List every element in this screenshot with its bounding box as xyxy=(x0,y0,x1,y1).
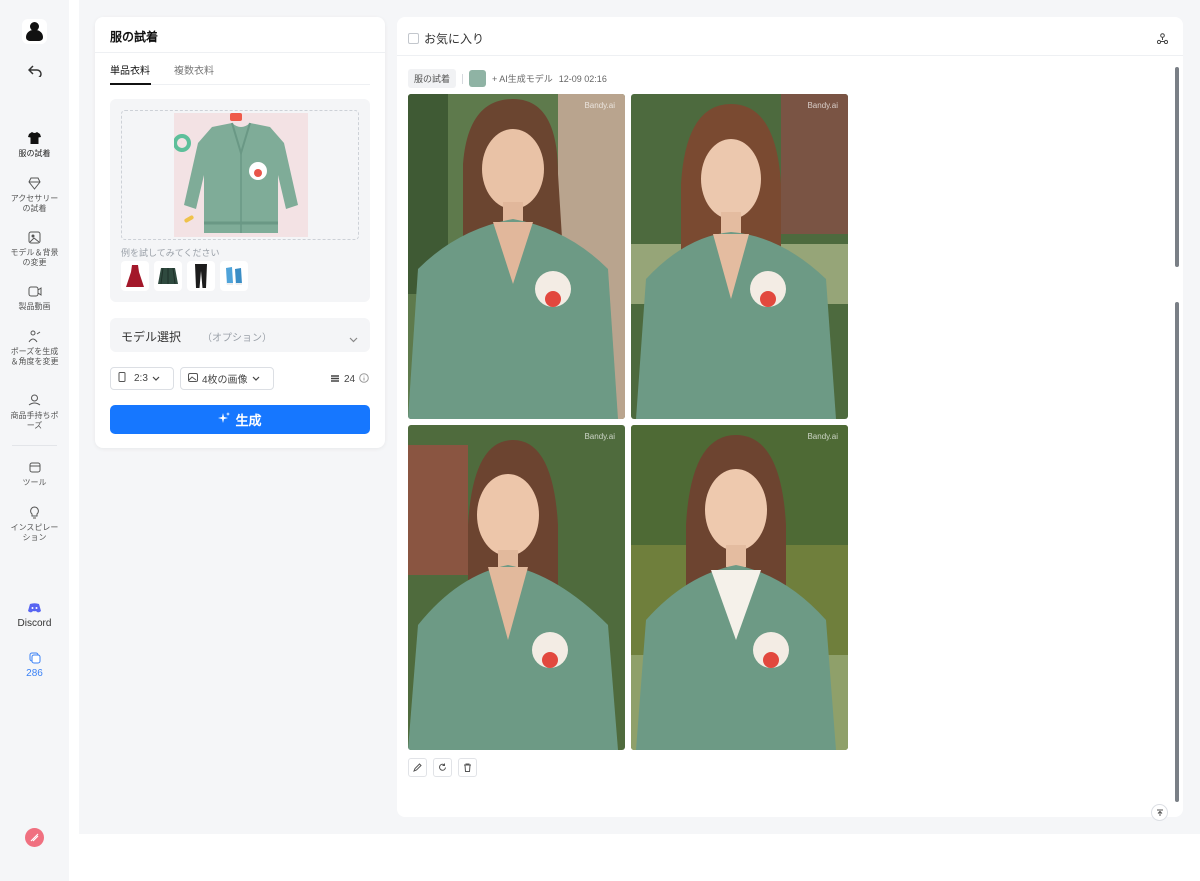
watermark: Bandy.ai xyxy=(584,432,615,441)
sparkle-icon xyxy=(218,412,231,427)
results-header: お気に入り xyxy=(397,17,1183,56)
chevron-down-icon xyxy=(252,373,260,384)
phone-icon xyxy=(118,372,126,385)
credit-cost: 24 xyxy=(330,373,369,386)
nav-item-pose[interactable]: ポーズを生成＆角度を変更 xyxy=(0,328,69,367)
divider xyxy=(462,73,464,84)
tryon-config-panel: 服の試着 単品衣料 複数衣料 例を試してみてください モデル選択 （オプション）… xyxy=(95,17,385,448)
nav-divider xyxy=(12,445,57,446)
generated-image-2[interactable]: Bandy.ai xyxy=(631,94,848,419)
pencil-icon xyxy=(413,763,422,772)
video-icon xyxy=(27,283,43,299)
example-label: 例を試してみてください xyxy=(121,248,220,258)
edit-button[interactable] xyxy=(408,758,427,777)
watermark: Bandy.ai xyxy=(584,101,615,110)
nav-item-clothes-tryon[interactable]: 服の試着 xyxy=(0,130,69,159)
example-red-dress[interactable] xyxy=(121,261,149,291)
watermark: Bandy.ai xyxy=(807,101,838,110)
generation-meta: 服の試着 + AI生成モデル 12-09 02:16 xyxy=(408,69,607,88)
scroll-to-top-button[interactable] xyxy=(1151,804,1168,821)
model-select-optional: （オプション） xyxy=(202,333,272,344)
delete-button[interactable] xyxy=(458,758,477,777)
trash-icon xyxy=(464,763,471,772)
garment-thumbnail xyxy=(469,70,487,87)
garment-upload-area: 例を試してみてください xyxy=(110,99,370,302)
model-select-label: モデル選択 xyxy=(121,330,182,344)
hand-hold-icon xyxy=(27,392,43,408)
scrollbar-track[interactable] xyxy=(1175,302,1179,802)
coins-icon xyxy=(27,650,43,666)
nav-item-model-bg[interactable]: モデル＆背景の変更 xyxy=(0,229,69,268)
model-select-dropdown[interactable]: モデル選択 （オプション） xyxy=(110,318,370,352)
user-avatar[interactable] xyxy=(25,828,44,847)
generate-label: 生成 xyxy=(235,413,262,428)
black-pants-icon xyxy=(195,264,207,288)
example-plaid-skirt[interactable] xyxy=(154,261,182,291)
share-icon[interactable] xyxy=(1156,31,1169,49)
divider xyxy=(95,52,385,53)
image-swap-icon xyxy=(27,229,43,245)
favorites-label: お気に入り xyxy=(424,32,485,46)
nav-item-product-video[interactable]: 製品動画 xyxy=(0,283,69,312)
image-count-value: 4枚の画像 xyxy=(202,375,248,386)
example-black-pants[interactable] xyxy=(187,261,215,291)
aspect-ratio-value: 2:3 xyxy=(134,373,148,384)
pose-icon xyxy=(27,328,43,344)
aspect-ratio-select[interactable]: 2:3 xyxy=(110,367,174,390)
toolbox-icon xyxy=(27,459,43,475)
nav-rail: 服の試着 アクセサリーの試着 モデル＆背景の変更 製品動画 ポーズを生成＆角度を… xyxy=(0,0,69,881)
generate-button[interactable]: 生成 xyxy=(110,405,370,434)
regenerate-button[interactable] xyxy=(433,758,452,777)
image-icon xyxy=(188,372,198,385)
blue-sneakers-icon xyxy=(226,267,242,285)
stack-icon xyxy=(330,374,340,386)
gem-icon xyxy=(27,175,43,191)
favorites-filter[interactable]: お気に入り xyxy=(408,30,484,47)
chevron-down-icon xyxy=(152,373,160,384)
info-icon[interactable] xyxy=(359,373,369,386)
red-dress-icon xyxy=(126,265,144,287)
generated-image-1[interactable]: Bandy.ai xyxy=(408,94,625,419)
nav-item-hand-hold[interactable]: 商品手持ちポーズ xyxy=(0,392,69,431)
uploaded-garment-image xyxy=(174,113,308,237)
nav-item-inspiration[interactable]: インスピレーション xyxy=(0,504,69,543)
shirt-icon xyxy=(27,130,43,146)
nav-item-discord[interactable]: Discord xyxy=(0,600,69,629)
scrollbar-thumb[interactable] xyxy=(1175,67,1179,267)
garment-dropzone[interactable] xyxy=(121,110,359,240)
active-tab-indicator xyxy=(110,83,151,85)
tab-single-garment[interactable]: 単品衣料 xyxy=(110,62,150,77)
credit-cost-value: 24 xyxy=(344,374,356,385)
back-arrow-icon[interactable] xyxy=(24,60,46,82)
generated-image-3[interactable]: Bandy.ai xyxy=(408,425,625,750)
favorites-checkbox[interactable] xyxy=(408,33,419,44)
example-blue-sneakers[interactable] xyxy=(220,261,248,291)
nav-item-tools[interactable]: ツール xyxy=(0,459,69,488)
feature-tag: 服の試着 xyxy=(408,69,457,88)
nav-item-accessory-tryon[interactable]: アクセサリーの試着 xyxy=(0,175,69,214)
app-logo[interactable] xyxy=(22,19,47,44)
panel-title: 服の試着 xyxy=(110,30,159,44)
lightbulb-icon xyxy=(27,504,43,520)
nav-item-credits[interactable]: 286 xyxy=(0,650,69,679)
tab-multiple-garments[interactable]: 複数衣料 xyxy=(174,62,214,77)
example-thumbnails xyxy=(121,261,248,291)
generated-image-4[interactable]: Bandy.ai xyxy=(631,425,848,750)
discord-icon xyxy=(27,600,43,616)
refresh-icon xyxy=(439,763,446,771)
results-panel: お気に入り 服の試着 + AI生成モデル 12-09 02:16 Bandy.a… xyxy=(397,17,1183,821)
chevron-down-icon xyxy=(349,330,358,348)
arrow-up-icon xyxy=(1156,809,1163,816)
plaid-skirt-icon xyxy=(158,267,178,285)
image-count-select[interactable]: 4枚の画像 xyxy=(180,367,274,390)
watermark: Bandy.ai xyxy=(807,432,838,441)
model-label: + AI生成モデル xyxy=(492,74,553,84)
timestamp: 12-09 02:16 xyxy=(558,73,607,84)
